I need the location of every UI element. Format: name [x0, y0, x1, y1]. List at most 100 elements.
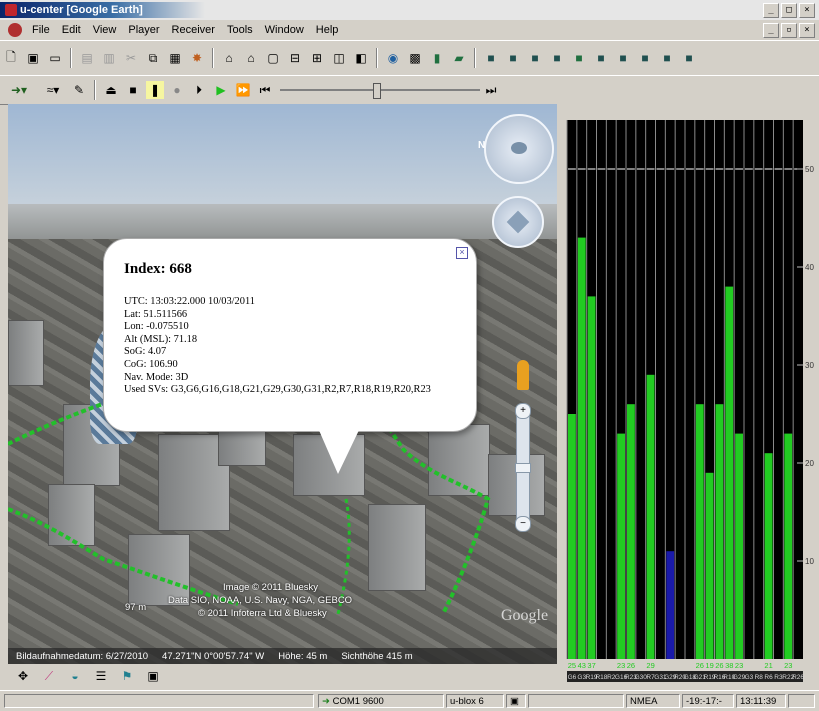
eye-icon: [511, 142, 527, 154]
app-icon[interactable]: [5, 4, 17, 16]
window-title: u-center [Google Earth]: [20, 4, 143, 16]
view-2-icon[interactable]: ■: [504, 49, 522, 67]
chart-icon[interactable]: ▮: [428, 49, 446, 67]
view-1-icon[interactable]: ■: [482, 49, 500, 67]
menu-help[interactable]: Help: [310, 24, 345, 36]
move-icon[interactable]: ✥: [14, 667, 32, 685]
paste-icon[interactable]: ▦: [166, 49, 184, 67]
playback-slider[interactable]: [280, 81, 480, 99]
zoom-in-icon[interactable]: +: [515, 403, 531, 419]
close-button[interactable]: ×: [799, 3, 815, 18]
toolbar-separator: [70, 48, 72, 68]
satellite-label: G6: [568, 674, 577, 681]
minimize-button[interactable]: _: [763, 3, 779, 18]
monitor-icon[interactable]: ▩: [406, 49, 424, 67]
signal-bar: [695, 404, 704, 659]
toolbar-separator: [376, 48, 378, 68]
copy-icon[interactable]: ⧉: [144, 49, 162, 67]
signal-bar: [568, 414, 576, 659]
credit-line-2: Data SIO, NOAA, U.S. Navy, NGA, GEBCO: [168, 595, 353, 606]
flag-icon[interactable]: ⚑: [118, 667, 136, 685]
menu-receiver[interactable]: Receiver: [166, 24, 221, 36]
new-icon[interactable]: 🗋: [2, 49, 20, 67]
stop-icon[interactable]: ■: [124, 81, 142, 99]
status-cell-empty: [4, 694, 314, 708]
menu-edit[interactable]: Edit: [56, 24, 87, 36]
panel-icon[interactable]: ⊞: [308, 49, 326, 67]
connection-icon: ➜: [322, 696, 333, 707]
move-arrows-icon: [506, 210, 530, 234]
signal-bar: [764, 453, 773, 659]
document-icon[interactable]: [8, 23, 22, 37]
document-view-icon[interactable]: ▢: [264, 49, 282, 67]
zoom-slider[interactable]: + −: [515, 403, 531, 532]
measure-icon[interactable]: ⟋: [40, 667, 58, 685]
port-status[interactable]: ➜ COM1 9600: [318, 694, 444, 708]
credit-line-1: Image © 2011 Bluesky: [223, 582, 319, 593]
satellite-label: G3: [745, 674, 754, 681]
menu-bar: File Edit View Player Receiver Tools Win…: [0, 20, 819, 40]
open-icon[interactable]: ▭: [46, 49, 64, 67]
split-icon[interactable]: ◧: [352, 49, 370, 67]
menu-file[interactable]: File: [26, 24, 56, 36]
view-9-icon[interactable]: ■: [658, 49, 676, 67]
map-status-bar: Bildaufnahmedatum: 6/27/2010 47.271"N 0°…: [8, 648, 557, 664]
earth-icon[interactable]: ◒: [66, 667, 84, 685]
view-10-icon[interactable]: ■: [680, 49, 698, 67]
view-4-icon[interactable]: ■: [548, 49, 566, 67]
slider-thumb[interactable]: [373, 83, 381, 99]
mdi-minimize-button[interactable]: _: [763, 23, 779, 38]
rewind-start-icon[interactable]: ⏮: [256, 81, 274, 99]
home-icon[interactable]: ⌂: [220, 49, 238, 67]
signal-bar: [646, 374, 655, 659]
view-8-icon[interactable]: ■: [636, 49, 654, 67]
close-icon[interactable]: ×: [456, 247, 468, 259]
google-earth-view[interactable]: × Index: 668 UTC: 13:03:22.000 10/03/201…: [8, 104, 557, 664]
play-icon[interactable]: ▶: [212, 81, 230, 99]
credit-line-3: © 2011 Infoterra Ltd & Bluesky: [198, 608, 327, 619]
coordinates: 47.271"N 0°00'57.74" W: [162, 650, 265, 662]
signal-bar: [705, 472, 714, 659]
maximize-button[interactable]: □: [781, 3, 797, 18]
mdi-restore-button[interactable]: ▫: [781, 23, 797, 38]
view-5-icon[interactable]: ■: [570, 49, 588, 67]
menu-window[interactable]: Window: [259, 24, 310, 36]
view-7-icon[interactable]: ■: [614, 49, 632, 67]
menu-view[interactable]: View: [87, 24, 123, 36]
settings-icon[interactable]: ✸: [188, 49, 206, 67]
zoom-thumb[interactable]: [515, 463, 531, 473]
jump-end-icon[interactable]: ⏭: [482, 81, 500, 99]
satellite-icon[interactable]: ◉: [384, 49, 402, 67]
nmea-icon[interactable]: ≈▾: [40, 81, 66, 99]
tool-icon[interactable]: ✎: [70, 81, 88, 99]
elevation: Höhe: 45 m: [278, 650, 328, 662]
view-6-icon[interactable]: ■: [592, 49, 610, 67]
window-icon[interactable]: ⊟: [286, 49, 304, 67]
cut-icon[interactable]: ✂: [122, 49, 140, 67]
view-3-icon[interactable]: ■: [526, 49, 544, 67]
pegman-icon[interactable]: [517, 360, 529, 390]
move-control[interactable]: [492, 196, 544, 248]
eject-icon[interactable]: ⏏: [102, 81, 120, 99]
record-icon[interactable]: ●: [168, 81, 186, 99]
print-icon[interactable]: ▤: [78, 49, 96, 67]
pause-icon[interactable]: ❚: [146, 81, 164, 99]
status-bar: ➜ COM1 9600 u-blox 6 ▣ NMEA -19:-17:- 13…: [0, 690, 819, 711]
house-icon[interactable]: ⌂: [242, 49, 260, 67]
look-control[interactable]: [484, 114, 554, 184]
menu-player[interactable]: Player: [122, 24, 165, 36]
fast-forward-icon[interactable]: ⏩: [234, 81, 252, 99]
menu-tools[interactable]: Tools: [221, 24, 259, 36]
zoom-out-icon[interactable]: −: [515, 516, 531, 532]
mdi-close-button[interactable]: ×: [799, 23, 815, 38]
save-image-icon[interactable]: ▣: [144, 667, 162, 685]
layers-icon[interactable]: ☰: [92, 667, 110, 685]
print-preview-icon[interactable]: ▥: [100, 49, 118, 67]
columns-icon[interactable]: ◫: [330, 49, 348, 67]
utc-status: -19:-17:-: [682, 694, 734, 708]
navigation-icon[interactable]: ➜▾: [2, 81, 36, 99]
graph-icon[interactable]: ▰: [450, 49, 468, 67]
save-icon[interactable]: ▣: [24, 49, 42, 67]
step-icon[interactable]: ⏵: [190, 81, 208, 99]
sog-line: SoG: 4.07: [124, 346, 167, 358]
